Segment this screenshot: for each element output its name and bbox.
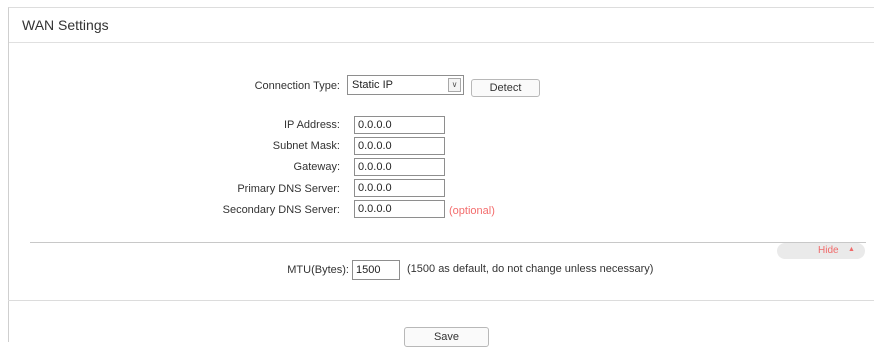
chevron-down-icon[interactable]: ∨ xyxy=(448,78,461,92)
hide-advanced-toggle[interactable]: Hide ▲ xyxy=(777,243,865,259)
ip-address-label: IP Address: xyxy=(283,119,340,131)
page-title: WAN Settings xyxy=(22,17,109,33)
secondary-dns-label: Secondary DNS Server: xyxy=(222,204,340,216)
subnet-mask-input[interactable] xyxy=(354,137,445,155)
secondary-dns-input[interactable] xyxy=(354,200,445,218)
detect-button[interactable]: Detect xyxy=(471,79,540,97)
mtu-label: MTU(Bytes): xyxy=(287,264,349,276)
mtu-input[interactable] xyxy=(352,260,400,280)
optional-hint: (optional) xyxy=(449,205,495,217)
connection-type-value: Static IP xyxy=(352,79,393,91)
primary-dns-label: Primary DNS Server: xyxy=(237,183,340,195)
connection-type-label: Connection Type: xyxy=(254,80,340,92)
ip-address-input[interactable] xyxy=(354,116,445,134)
mtu-note: (1500 as default, do not change unless n… xyxy=(407,263,654,275)
footer-divider xyxy=(8,300,874,301)
subnet-mask-label: Subnet Mask: xyxy=(272,140,340,152)
advanced-divider xyxy=(30,242,866,243)
connection-type-select[interactable]: Static IP ∨ xyxy=(347,75,464,95)
primary-dns-input[interactable] xyxy=(354,179,445,197)
gateway-label: Gateway: xyxy=(293,161,340,173)
caret-up-icon: ▲ xyxy=(848,246,855,253)
gateway-input[interactable] xyxy=(354,158,445,176)
hide-toggle-label: Hide xyxy=(818,245,839,256)
title-divider xyxy=(9,42,874,43)
save-button[interactable]: Save xyxy=(404,327,489,347)
